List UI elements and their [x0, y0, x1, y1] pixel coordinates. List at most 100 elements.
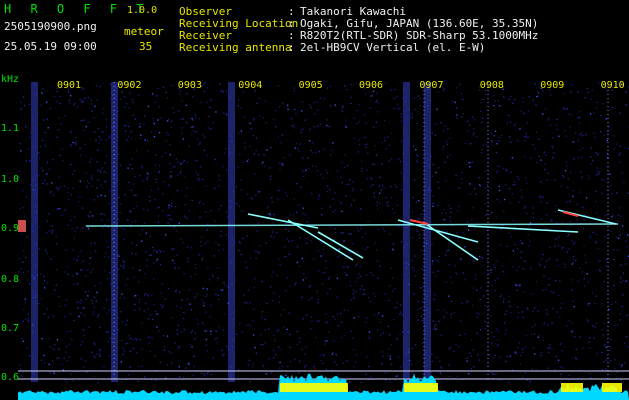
noise-dot	[456, 375, 458, 377]
noise-dot	[269, 167, 271, 169]
carrier-line	[85, 223, 619, 227]
noise-dot	[295, 112, 297, 115]
noise-dot	[352, 242, 354, 245]
noise-dot	[435, 259, 437, 261]
noise-dot	[131, 168, 133, 170]
noise-dot	[392, 248, 394, 250]
noise-dot	[574, 132, 577, 134]
noise-dot	[46, 173, 48, 175]
noise-dot	[442, 148, 444, 151]
noise-dot	[22, 207, 24, 209]
noise-dot	[106, 172, 108, 174]
noise-dot	[394, 183, 396, 185]
noise-dot	[472, 349, 475, 351]
noise-dot	[620, 281, 622, 283]
noise-dot	[461, 116, 463, 118]
noise-dot	[341, 161, 343, 164]
noise-dot	[146, 172, 148, 174]
noise-dot	[223, 112, 225, 114]
noise-dot	[554, 245, 556, 247]
noise-dot	[41, 92, 43, 94]
noise-dot	[304, 353, 306, 355]
noise-dot	[65, 351, 67, 353]
noise-dot	[512, 250, 514, 252]
noise-dot	[226, 114, 228, 116]
noise-dot	[458, 205, 460, 208]
noise-dot	[123, 228, 125, 230]
noise-dot	[147, 105, 149, 107]
noise-dot	[357, 151, 359, 153]
noise-dot	[19, 207, 21, 210]
noise-dot	[167, 120, 169, 122]
noise-dot	[587, 92, 589, 94]
noise-dot	[286, 195, 288, 197]
noise-dot	[353, 366, 355, 368]
noise-dot	[43, 280, 45, 282]
noise-dot	[473, 132, 475, 134]
noise-dot	[107, 331, 109, 333]
noise-dot	[605, 264, 607, 267]
noise-dot	[105, 126, 108, 128]
noise-dot	[366, 317, 368, 319]
noise-dot	[384, 293, 386, 295]
noise-dot	[28, 320, 30, 323]
noise-dot	[193, 365, 195, 368]
noise-dot	[332, 351, 334, 354]
noise-dot	[610, 230, 612, 232]
noise-dot	[318, 151, 320, 153]
noise-dot	[137, 94, 140, 97]
noise-dot	[379, 202, 381, 204]
noise-dot	[575, 358, 578, 360]
noise-dot	[147, 308, 150, 310]
noise-dot	[560, 373, 562, 375]
noise-dot	[466, 357, 468, 359]
noise-dot	[601, 192, 603, 194]
noise-dot	[370, 272, 372, 274]
noise-dot	[608, 308, 610, 310]
noise-dot	[388, 144, 390, 146]
noise-dot	[591, 292, 593, 294]
noise-dot	[589, 113, 592, 115]
noise-dot	[401, 140, 403, 142]
noise-dot	[60, 186, 62, 188]
noise-dot	[264, 319, 266, 321]
noise-dot	[173, 262, 175, 264]
noise-dot	[546, 313, 548, 315]
noise-dot	[619, 161, 621, 163]
noise-dot	[97, 316, 99, 318]
noise-dot	[277, 85, 280, 87]
noise-dot	[261, 311, 264, 313]
noise-dot	[46, 232, 48, 234]
noise-dot	[56, 339, 58, 341]
noise-dot	[312, 152, 314, 154]
noise-dot	[572, 195, 574, 198]
noise-dot	[420, 249, 422, 252]
noise-dot	[579, 116, 581, 119]
noise-dot	[530, 222, 532, 224]
noise-dot	[532, 207, 534, 209]
noise-dot	[289, 154, 291, 156]
noise-dot	[334, 318, 336, 320]
noise-dot	[194, 296, 196, 298]
noise-dot	[438, 255, 440, 258]
noise-dot	[472, 260, 474, 262]
noise-dot	[61, 363, 63, 366]
noise-dot	[587, 304, 589, 306]
noise-dot	[76, 301, 78, 304]
noise-dot	[223, 152, 226, 154]
noise-dot	[384, 139, 386, 142]
noise-dot	[481, 256, 483, 259]
noise-dot	[266, 149, 268, 151]
noise-dot	[46, 118, 48, 120]
noise-dot	[151, 189, 153, 191]
noise-dot	[456, 114, 458, 116]
noise-dot	[46, 220, 49, 222]
noise-dot	[435, 123, 437, 125]
noise-dot	[512, 184, 514, 186]
noise-dot	[207, 266, 209, 268]
noise-dot	[528, 225, 530, 227]
noise-dot	[127, 125, 130, 128]
noise-dot	[512, 266, 514, 268]
noise-dot	[255, 257, 257, 260]
noise-dot	[206, 229, 208, 231]
